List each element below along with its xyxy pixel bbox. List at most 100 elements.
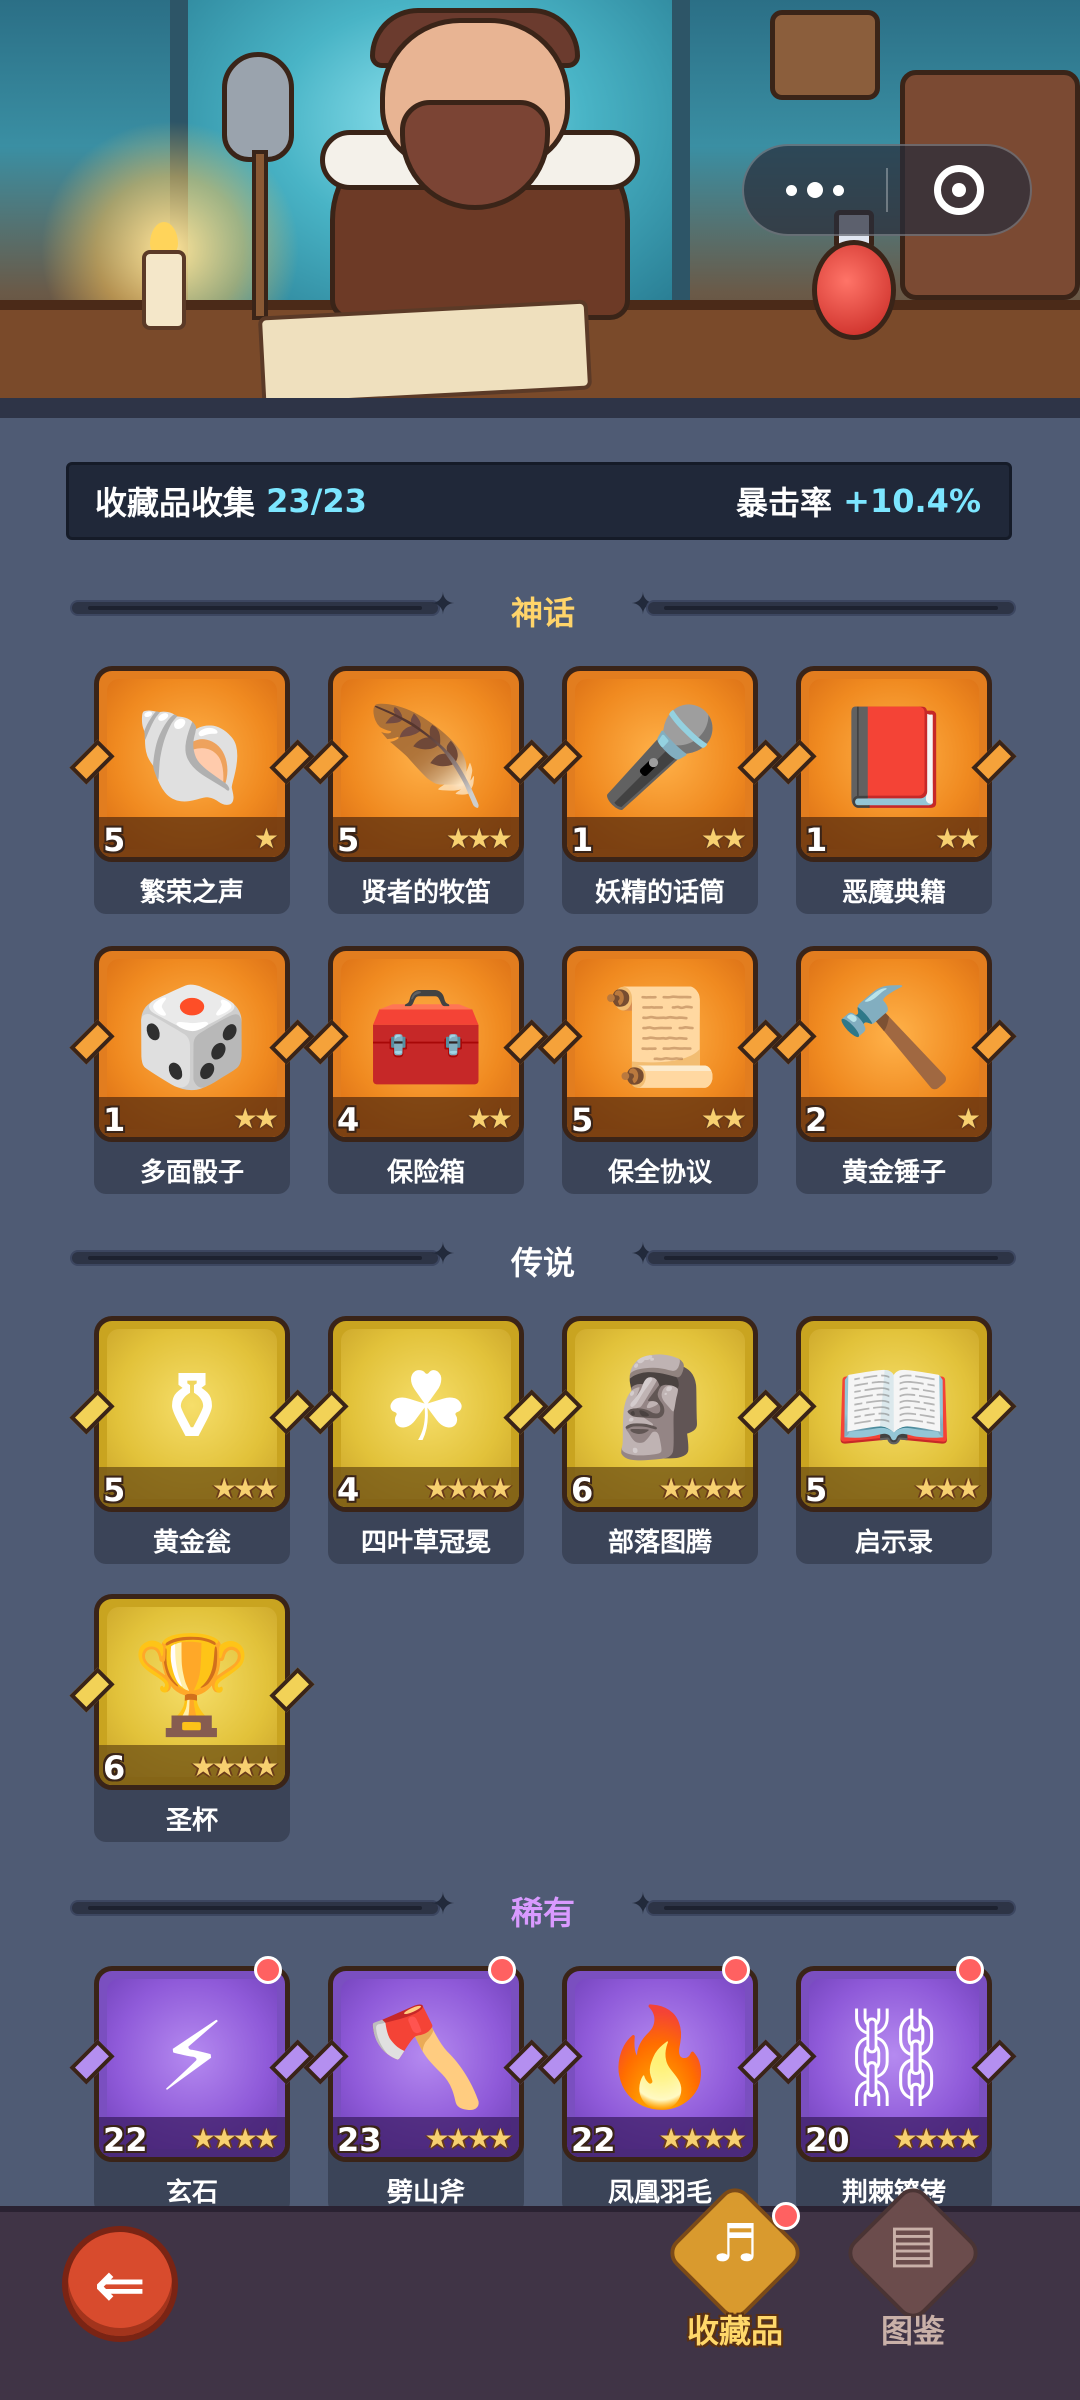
section-header-mythic: ✦ 神话 ✦ (70, 580, 1016, 634)
collectible-item[interactable]: 多面骰子 🎲 1 ★★ (69, 946, 315, 1194)
item-info-strip: 22 ★★★★ (567, 2117, 753, 2159)
hammer-icon: 🔨 (834, 981, 954, 1093)
divider-right (646, 1250, 1016, 1266)
item-count: 4 (337, 1471, 360, 1509)
item-count: 5 (571, 1101, 594, 1139)
item-count: 5 (103, 821, 126, 859)
item-card: 📜 5 ★★ (562, 946, 758, 1142)
item-count: 6 (103, 1749, 126, 1787)
item-card: 🪓 23 ★★★★ (328, 1966, 524, 2162)
treasure-map (257, 299, 593, 407)
item-card: ⚱ 5 ★★★ (94, 1316, 290, 1512)
upgrade-alert-dot (488, 1956, 516, 1984)
candle-icon (142, 250, 186, 330)
item-count: 5 (103, 1471, 126, 1509)
item-name: 多面骰子 (139, 1158, 244, 1188)
crit-value: +10.4% (843, 482, 981, 520)
item-info-strip: 5 ★★ (567, 1097, 753, 1139)
item-info-strip: 4 ★★★★ (333, 1467, 519, 1509)
star-rating-icon: ★★ (232, 1102, 279, 1135)
item-info-strip: 5 ★★★ (801, 1467, 987, 1509)
collectible-item[interactable]: 部落图腾 🗿 6 ★★★★ (537, 1316, 783, 1564)
collectible-item[interactable]: 保全协议 📜 5 ★★ (537, 946, 783, 1194)
collectible-item[interactable]: 四叶草冠冕 ☘ 4 ★★★★ (303, 1316, 549, 1564)
collection-label: 收藏品收集 (95, 484, 256, 522)
collectible-item[interactable]: 黄金瓮 ⚱ 5 ★★★ (69, 1316, 315, 1564)
item-card: ⛓ 20 ★★★★ (796, 1966, 992, 2162)
close-button[interactable] (888, 146, 1030, 234)
clover-crown-icon: ☘ (382, 1351, 470, 1463)
collectible-item[interactable]: 保险箱 🧰 4 ★★ (303, 946, 549, 1194)
upgrade-alert-dot (956, 1956, 984, 1984)
collectible-item[interactable]: 玄石 ⚡ 22 ★★★★ (69, 1956, 315, 2214)
item-name: 劈山斧 (386, 2178, 465, 2208)
collectible-item[interactable]: 贤者的牧笛 🪶 5 ★★★ (303, 666, 549, 914)
item-name: 妖精的话筒 (594, 878, 725, 908)
item-name: 恶魔典籍 (841, 878, 946, 908)
dice-icon: 🎲 (132, 981, 252, 1093)
collectible-item[interactable]: 恶魔典籍 📕 1 ★★ (771, 666, 1017, 914)
star-rating-icon: ★★★ (445, 822, 513, 855)
item-count: 1 (103, 1101, 126, 1139)
collectible-item[interactable]: 妖精的话筒 🎤 1 ★★ (537, 666, 783, 914)
item-info-strip: 5 ★★★ (99, 1467, 285, 1509)
section-header-legendary: ✦ 传说 ✦ (70, 1230, 1016, 1284)
collectible-item[interactable]: 启示录 📖 5 ★★★ (771, 1316, 1017, 1564)
collectible-item[interactable]: 黄金锤子 🔨 2 ★ (771, 946, 1017, 1194)
item-card: 🏆 6 ★★★★ (94, 1594, 290, 1790)
more-button[interactable] (744, 146, 886, 234)
book-icon: ▤ (888, 2214, 938, 2274)
collectible-item[interactable]: 荆棘镣铐 ⛓ 20 ★★★★ (771, 1956, 1017, 2214)
tab-collection[interactable]: ♬ 收藏品 (660, 2181, 810, 2368)
horn-shell-icon: 🐚 (132, 701, 252, 813)
fairy-mic-icon: 🎤 (600, 701, 720, 813)
tab-label: 图鉴 (880, 2312, 945, 2350)
thorn-shackle-icon: ⛓ (833, 2001, 955, 2113)
back-arrow-icon: ⇐ (94, 2247, 146, 2321)
back-button[interactable]: ⇐ (62, 2226, 178, 2342)
star-rating-icon: ★★ (934, 822, 981, 855)
star-rating-icon: ★★★★ (658, 2122, 747, 2155)
item-card: ⚡ 22 ★★★★ (94, 1966, 290, 2162)
item-name: 保险箱 (386, 1158, 465, 1188)
item-card: 🐚 5 ★ (94, 666, 290, 862)
star-rating-icon: ★★★★ (190, 1750, 279, 1783)
notification-dot (772, 2202, 800, 2230)
star-rating-icon: ★★★★ (658, 1472, 747, 1505)
collectible-item[interactable]: 繁荣之声 🐚 5 ★ (69, 666, 315, 914)
star-rating-icon: ★ (253, 822, 279, 855)
shovel-icon (222, 52, 294, 162)
collectible-item[interactable]: 劈山斧 🪓 23 ★★★★ (303, 1956, 549, 2214)
item-info-strip: 6 ★★★★ (567, 1467, 753, 1509)
item-count: 4 (337, 1101, 360, 1139)
phoenix-feather-icon: 🔥 (600, 2001, 720, 2113)
item-count: 6 (571, 1471, 594, 1509)
item-info-strip: 5 ★ (99, 817, 285, 859)
scroll-icon: 📜 (600, 981, 720, 1093)
treasure-chest-icon: 🧰 (366, 981, 486, 1093)
item-card: ☘ 4 ★★★★ (328, 1316, 524, 1512)
item-name: 启示录 (854, 1528, 933, 1558)
target-close-icon (933, 165, 984, 215)
collectible-item[interactable]: 凤凰羽毛 🔥 22 ★★★★ (537, 1956, 783, 2214)
item-card: 🔨 2 ★ (796, 946, 992, 1142)
divider-right (646, 1900, 1016, 1916)
miniprogram-capsule (742, 144, 1032, 236)
tab-codex[interactable]: ▤ 图鉴 (838, 2181, 988, 2368)
star-rating-icon: ★★★★ (424, 1472, 513, 1505)
item-info-strip: 6 ★★★★ (99, 1745, 285, 1787)
crit-label: 暴击率 (736, 484, 833, 522)
item-count: 20 (805, 2121, 850, 2159)
item-name: 圣杯 (165, 1806, 218, 1836)
shovel-handle (252, 150, 268, 320)
more-dots-icon (786, 184, 797, 196)
section-header-rare: ✦ 稀有 ✦ (70, 1880, 1016, 1934)
item-info-strip: 23 ★★★★ (333, 2117, 519, 2159)
flute-icon: 🪶 (366, 701, 486, 813)
item-card: 🧰 4 ★★ (328, 946, 524, 1142)
grail-icon: 🏆 (132, 1629, 252, 1741)
item-count: 5 (805, 1471, 828, 1509)
item-card: 🗿 6 ★★★★ (562, 1316, 758, 1512)
item-name: 繁荣之声 (139, 878, 244, 908)
collectible-item[interactable]: 圣杯 🏆 6 ★★★★ (69, 1594, 315, 1842)
